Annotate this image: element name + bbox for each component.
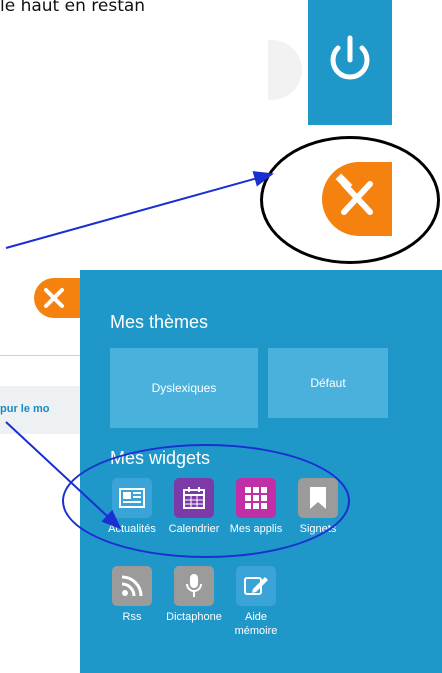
theme-label: Dyslexiques <box>151 381 217 395</box>
power-icon <box>330 35 370 80</box>
highlight-circle <box>260 136 440 264</box>
theme-label: Défaut <box>310 376 346 390</box>
rss-icon <box>112 566 152 606</box>
page-fragment <box>0 270 80 673</box>
side-link[interactable]: pur le mo <box>0 403 50 415</box>
widget-dictaphone[interactable]: Dictaphone <box>164 566 224 624</box>
widget-aide-memoire[interactable]: Aide mémoire <box>226 566 286 638</box>
partial-button <box>268 40 302 100</box>
highlight-ellipse <box>62 444 350 558</box>
arrow-to-tools <box>5 171 274 249</box>
theme-defaut[interactable]: Défaut <box>268 348 388 418</box>
header-crop <box>268 0 392 125</box>
tools-button-small[interactable] <box>34 278 80 318</box>
widget-label: Aide mémoire <box>234 611 278 637</box>
themes-title: Mes thèmes <box>110 312 209 332</box>
tools-icon-small <box>44 288 64 308</box>
divider <box>0 355 80 356</box>
theme-dyslexiques[interactable]: Dyslexiques <box>110 348 258 428</box>
doc-text-top: le haut en restan <box>0 0 146 16</box>
microphone-icon <box>174 566 214 606</box>
power-button[interactable] <box>308 0 392 125</box>
widget-label: Rss <box>122 611 142 623</box>
widget-rss[interactable]: Rss <box>102 566 162 624</box>
edit-note-icon <box>236 566 276 606</box>
widget-label: Dictaphone <box>166 611 222 623</box>
